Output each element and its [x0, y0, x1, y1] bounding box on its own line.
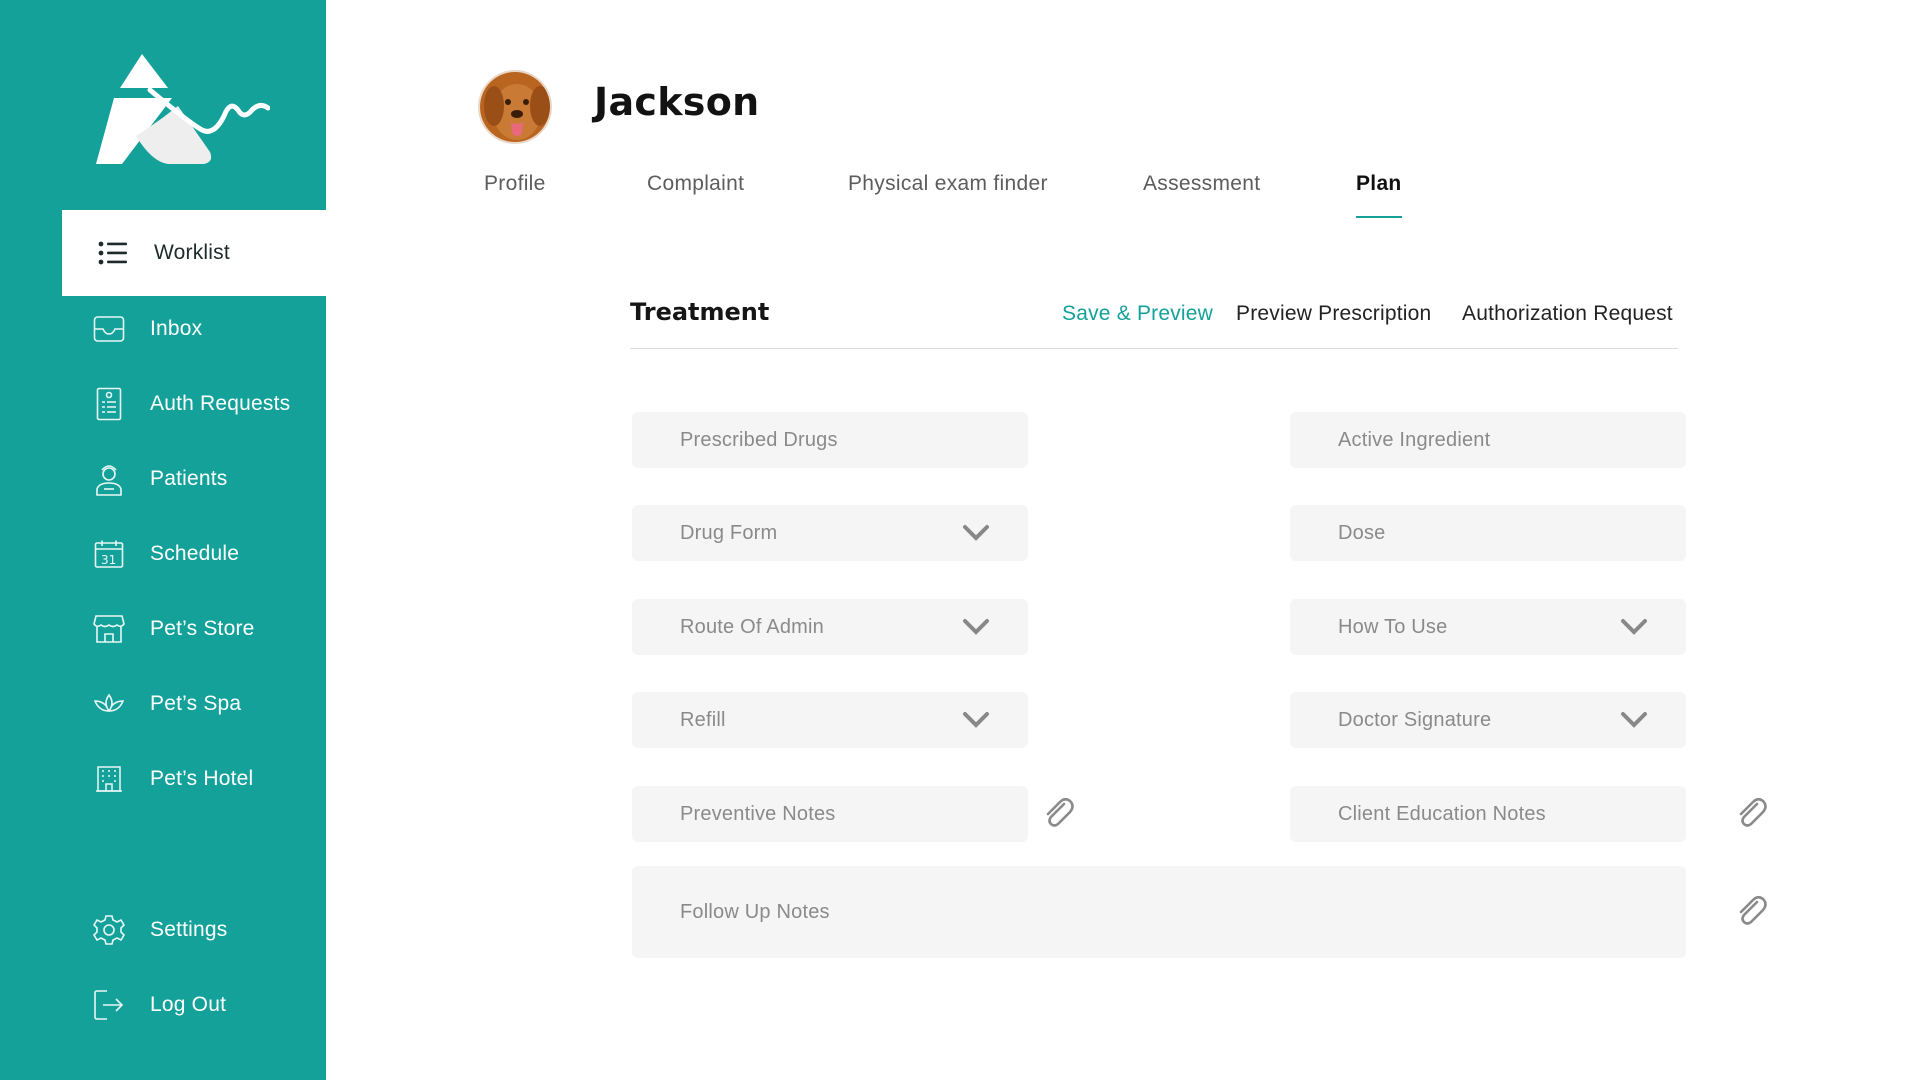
sidebar-item-pets-hotel[interactable]: Pet’s Hotel	[92, 754, 322, 804]
chevron-down-icon	[1621, 712, 1647, 728]
sidebar-item-pets-store[interactable]: Pet’s Store	[92, 604, 322, 654]
dog-avatar	[478, 70, 552, 144]
active-ingredient-input[interactable]: Active Ingredient	[1290, 412, 1686, 468]
calendar-icon: 31	[92, 537, 126, 571]
section-title: Treatment	[630, 298, 770, 326]
field-placeholder: Route Of Admin	[680, 615, 824, 638]
follow-up-notes-textarea[interactable]: Follow Up Notes	[632, 866, 1686, 958]
sidebar: Worklist Inbox Auth Requests Patients 31…	[0, 0, 362, 1080]
preventive-notes-input[interactable]: Preventive Notes	[632, 786, 1028, 842]
sidebar-item-label: Auth Requests	[150, 392, 291, 415]
sidebar-item-label: Pet’s Store	[150, 617, 255, 640]
how-to-use-select[interactable]: How To Use	[1290, 599, 1686, 655]
document-icon	[92, 387, 126, 421]
field-placeholder: Client Education Notes	[1338, 802, 1546, 825]
paperclip-icon[interactable]	[1042, 796, 1076, 832]
sidebar-item-label: Patients	[150, 467, 228, 490]
sidebar-item-label: Pet’s Spa	[150, 692, 242, 715]
sidebar-item-label: Settings	[150, 918, 228, 941]
chevron-down-icon	[963, 619, 989, 635]
field-placeholder: Preventive Notes	[680, 802, 836, 825]
store-icon	[92, 612, 126, 646]
field-placeholder: Follow Up Notes	[680, 900, 830, 923]
refill-select[interactable]: Refill	[632, 692, 1028, 748]
list-icon	[96, 236, 130, 270]
paperclip-icon[interactable]	[1735, 894, 1769, 930]
hotel-icon	[92, 762, 126, 796]
field-placeholder: Refill	[680, 708, 726, 731]
sidebar-item-inbox[interactable]: Inbox	[92, 304, 322, 354]
field-placeholder: How To Use	[1338, 615, 1448, 638]
sidebar-item-patients[interactable]: Patients	[92, 454, 322, 504]
field-placeholder: Prescribed Drugs	[680, 428, 838, 451]
prescribed-drugs-input[interactable]: Prescribed Drugs	[632, 412, 1028, 468]
sidebar-item-label: Log Out	[150, 993, 227, 1016]
chevron-down-icon	[1621, 619, 1647, 635]
field-placeholder: Active Ingredient	[1338, 428, 1491, 451]
svg-text:31: 31	[101, 553, 116, 567]
sidebar-item-logout[interactable]: Log Out	[92, 980, 322, 1030]
sidebar-item-label: Inbox	[150, 317, 203, 340]
sidebar-item-pets-spa[interactable]: Pet’s Spa	[92, 679, 322, 729]
field-placeholder: Drug Form	[680, 521, 778, 544]
inbox-icon	[92, 312, 126, 346]
chevron-down-icon	[963, 712, 989, 728]
route-of-admin-select[interactable]: Route Of Admin	[632, 599, 1028, 655]
dose-input[interactable]: Dose	[1290, 505, 1686, 561]
authorization-request-link[interactable]: Authorization Request	[1462, 302, 1673, 326]
field-placeholder: Doctor Signature	[1338, 708, 1492, 731]
sidebar-item-settings[interactable]: Settings	[92, 905, 322, 955]
lotus-icon	[92, 687, 126, 721]
patient-name: Jackson	[594, 80, 760, 124]
paperclip-icon[interactable]	[1735, 796, 1769, 832]
sidebar-item-auth-requests[interactable]: Auth Requests	[92, 379, 322, 429]
tab-assessment[interactable]: Assessment	[1143, 172, 1260, 196]
chevron-down-icon	[963, 525, 989, 541]
patient-icon	[92, 462, 126, 496]
sidebar-item-label: Schedule	[150, 542, 240, 565]
logout-icon	[92, 988, 126, 1022]
tab-profile[interactable]: Profile	[484, 172, 546, 196]
tab-bar: Profile Complaint Physical exam finder A…	[0, 168, 1920, 228]
sidebar-item-label: Worklist	[154, 241, 230, 264]
save-preview-link[interactable]: Save & Preview	[1062, 302, 1213, 326]
divider	[630, 348, 1678, 349]
active-tab-indicator	[1356, 216, 1402, 218]
tab-plan[interactable]: Plan	[1356, 172, 1402, 196]
field-placeholder: Dose	[1338, 521, 1386, 544]
brand-logo	[96, 54, 270, 164]
sidebar-item-schedule[interactable]: 31 Schedule	[92, 529, 322, 579]
tab-physical-exam-finder[interactable]: Physical exam finder	[848, 172, 1048, 196]
client-education-notes-input[interactable]: Client Education Notes	[1290, 786, 1686, 842]
preview-prescription-link[interactable]: Preview Prescription	[1236, 302, 1431, 326]
doctor-signature-select[interactable]: Doctor Signature	[1290, 692, 1686, 748]
drug-form-select[interactable]: Drug Form	[632, 505, 1028, 561]
tab-complaint[interactable]: Complaint	[647, 172, 744, 196]
sidebar-item-label: Pet’s Hotel	[150, 767, 254, 790]
gear-icon	[92, 913, 126, 947]
